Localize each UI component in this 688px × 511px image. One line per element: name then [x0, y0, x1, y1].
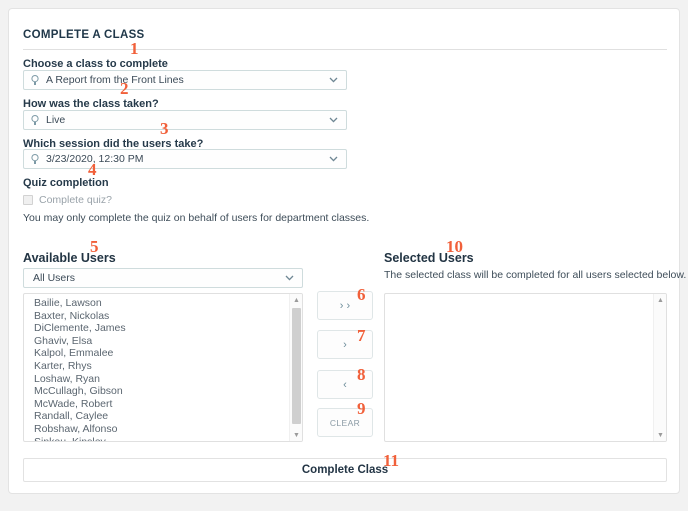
remove-selected-button[interactable]: ‹	[317, 370, 373, 399]
available-users-scrollbar[interactable]: ▲ ▼	[289, 294, 302, 441]
list-item[interactable]: Kalpol, Emmalee	[24, 347, 289, 360]
clear-button[interactable]: CLEAR	[317, 408, 373, 437]
select-class[interactable]: A Report from the Front Lines	[23, 70, 347, 90]
select-class-taken[interactable]: Live	[23, 110, 347, 130]
select-user-filter-value: All Users	[33, 272, 76, 284]
complete-quiz-label: Complete quiz?	[39, 194, 112, 206]
quiz-helper-text: You may only complete the quiz on behalf…	[23, 212, 370, 224]
scroll-up-icon[interactable]: ▲	[654, 294, 666, 306]
list-item[interactable]: Sinkou, Kinsley	[24, 436, 289, 441]
label-quiz-completion: Quiz completion	[23, 177, 109, 189]
list-item[interactable]: Randall, Caylee	[24, 410, 289, 423]
add-all-button[interactable]: › ›	[317, 291, 373, 320]
available-users-list[interactable]: Bailie, Lawson Baxter, Nickolas DiClemente…	[24, 297, 289, 441]
complete-quiz-checkbox[interactable]	[23, 195, 33, 205]
list-item[interactable]: Karter, Rhys	[24, 360, 289, 373]
lightbulb-icon	[31, 74, 39, 86]
chevron-down-icon	[329, 156, 338, 162]
chevron-down-icon	[329, 117, 338, 123]
list-item[interactable]: Baxter, Nickolas	[24, 310, 289, 323]
list-item[interactable]: Bailie, Lawson	[24, 297, 289, 310]
scroll-down-icon[interactable]: ▼	[290, 429, 302, 441]
chevron-down-icon	[329, 77, 338, 83]
list-item[interactable]: Robshaw, Alfonso	[24, 423, 289, 436]
list-item[interactable]: McWade, Robert	[24, 398, 289, 411]
page-root: COMPLETE A CLASS Choose a class to compl…	[0, 0, 688, 511]
selected-users-heading: Selected Users	[384, 251, 474, 265]
add-selected-button[interactable]: ›	[317, 330, 373, 359]
complete-quiz-checkbox-row[interactable]: Complete quiz?	[23, 194, 112, 206]
list-item[interactable]: Loshaw, Ryan	[24, 373, 289, 386]
selected-users-listbox[interactable]: ▲ ▼	[384, 293, 667, 442]
chevron-down-icon	[285, 275, 294, 281]
scroll-up-icon[interactable]: ▲	[290, 294, 302, 306]
available-users-listbox[interactable]: Bailie, Lawson Baxter, Nickolas DiClemente…	[23, 293, 303, 442]
scrollbar-thumb[interactable]	[292, 308, 301, 424]
select-user-filter[interactable]: All Users	[23, 268, 303, 288]
complete-class-card: COMPLETE A CLASS Choose a class to compl…	[8, 8, 686, 494]
label-class-taken: How was the class taken?	[23, 98, 159, 110]
available-users-heading: Available Users	[23, 251, 116, 265]
list-item[interactable]: Ghaviv, Elsa	[24, 335, 289, 348]
selected-users-subtitle: The selected class will be completed for…	[384, 269, 687, 281]
scroll-down-icon[interactable]: ▼	[654, 429, 666, 441]
select-class-value: A Report from the Front Lines	[46, 74, 184, 86]
title-divider	[23, 49, 667, 50]
list-item[interactable]: DiClemente, James	[24, 322, 289, 335]
selected-users-scrollbar[interactable]: ▲ ▼	[653, 294, 666, 441]
label-choose-class: Choose a class to complete	[23, 58, 168, 70]
select-session-value: 3/23/2020, 12:30 PM	[46, 153, 144, 165]
page-title: COMPLETE A CLASS	[23, 29, 145, 41]
complete-class-button[interactable]: Complete Class	[23, 458, 667, 482]
lightbulb-icon	[31, 114, 39, 126]
select-class-taken-value: Live	[46, 114, 66, 126]
selected-users-list[interactable]	[385, 297, 653, 441]
list-item[interactable]: McCullagh, Gibson	[24, 385, 289, 398]
select-session[interactable]: 3/23/2020, 12:30 PM	[23, 149, 347, 169]
lightbulb-icon	[31, 153, 39, 165]
